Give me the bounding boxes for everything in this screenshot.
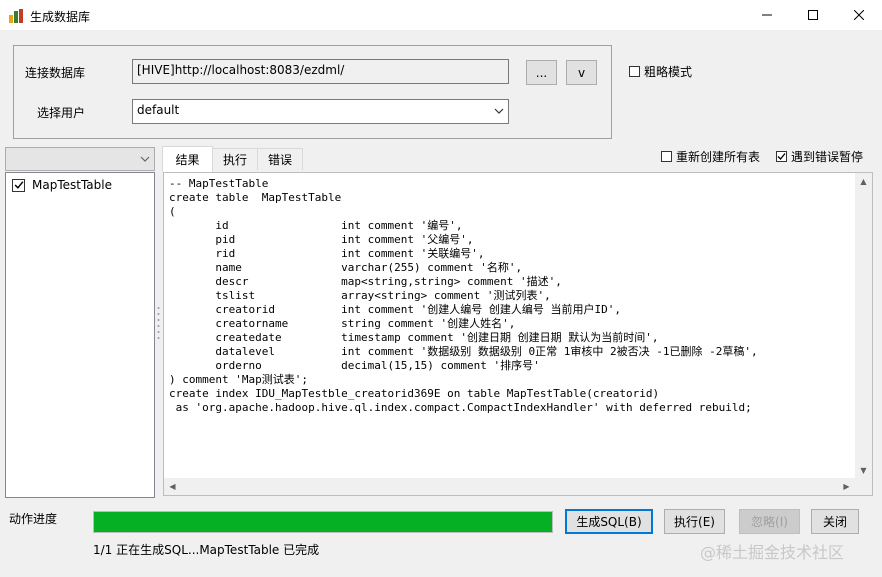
list-item[interactable]: MapTestTable — [12, 178, 112, 192]
scroll-corner — [855, 478, 872, 495]
window-title: 生成数据库 — [30, 10, 91, 24]
rough-mode-checkbox[interactable] — [629, 66, 640, 77]
progress-bar — [93, 511, 553, 533]
check-icon — [777, 153, 786, 160]
tab-execute[interactable]: 执行 — [212, 148, 258, 170]
check-icon — [14, 181, 23, 189]
pause-on-error-option[interactable]: 遇到错误暂停 — [776, 148, 863, 165]
tab-errors[interactable]: 错误 — [257, 148, 303, 170]
minimize-button[interactable] — [744, 0, 790, 30]
db-connection-field[interactable]: [HIVE]http://localhost:8083/ezdml/ — [132, 59, 509, 84]
close-window-button[interactable] — [836, 0, 882, 30]
sql-output-text[interactable]: -- MapTestTable create table MapTestTabl… — [169, 177, 758, 415]
scroll-up-icon[interactable]: ▲ — [855, 173, 872, 190]
watermark: @稀土掘金技术社区 — [700, 543, 845, 562]
scroll-right-icon[interactable]: ▶ — [838, 478, 855, 495]
rough-mode-option[interactable]: 粗略模式 — [629, 63, 692, 80]
close-button[interactable]: 关闭 — [811, 509, 859, 534]
table-list[interactable]: MapTestTable — [5, 172, 155, 498]
vertical-scrollbar[interactable]: ▲ ▼ — [855, 173, 872, 479]
pause-on-error-checkbox[interactable] — [776, 151, 787, 162]
splitter-handle[interactable] — [157, 305, 160, 345]
user-select[interactable]: default — [132, 99, 509, 124]
rough-mode-label: 粗略模式 — [644, 65, 693, 79]
progress-label: 动作进度 — [9, 512, 58, 526]
db-dropdown-button[interactable]: v — [566, 60, 597, 85]
table-checkbox[interactable] — [12, 178, 25, 192]
db-label: 连接数据库 — [25, 66, 86, 80]
maximize-button[interactable] — [790, 0, 836, 30]
scroll-down-icon[interactable]: ▼ — [855, 462, 872, 479]
generate-sql-button[interactable]: 生成SQL(B) — [565, 509, 653, 534]
recreate-all-label: 重新创建所有表 — [676, 150, 761, 164]
chevron-down-icon — [494, 103, 504, 122]
horizontal-scrollbar[interactable]: ◀ ▶ — [164, 478, 855, 495]
recreate-all-option[interactable]: 重新创建所有表 — [661, 148, 760, 165]
tab-result[interactable]: 结果 — [162, 146, 213, 172]
progress-fill — [94, 512, 552, 532]
status-text: 1/1 正在生成SQL...MapTestTable 已完成 — [93, 543, 320, 557]
execute-button[interactable]: 执行(E) — [664, 509, 725, 534]
app-icon — [9, 9, 23, 23]
pause-on-error-label: 遇到错误暂停 — [791, 150, 864, 164]
scroll-left-icon[interactable]: ◀ — [164, 478, 181, 495]
user-label: 选择用户 — [37, 106, 86, 120]
sql-output-area[interactable]: -- MapTestTable create table MapTestTabl… — [163, 172, 873, 496]
ignore-button[interactable]: 忽略(I) — [739, 509, 800, 534]
table-name: MapTestTable — [32, 178, 112, 192]
browse-button[interactable]: ... — [526, 60, 557, 85]
recreate-all-checkbox[interactable] — [661, 151, 672, 162]
table-filter-select[interactable] — [5, 147, 155, 171]
user-select-value: default — [137, 103, 180, 117]
chevron-down-icon — [140, 152, 150, 169]
title-bar: 生成数据库 — [0, 0, 882, 30]
